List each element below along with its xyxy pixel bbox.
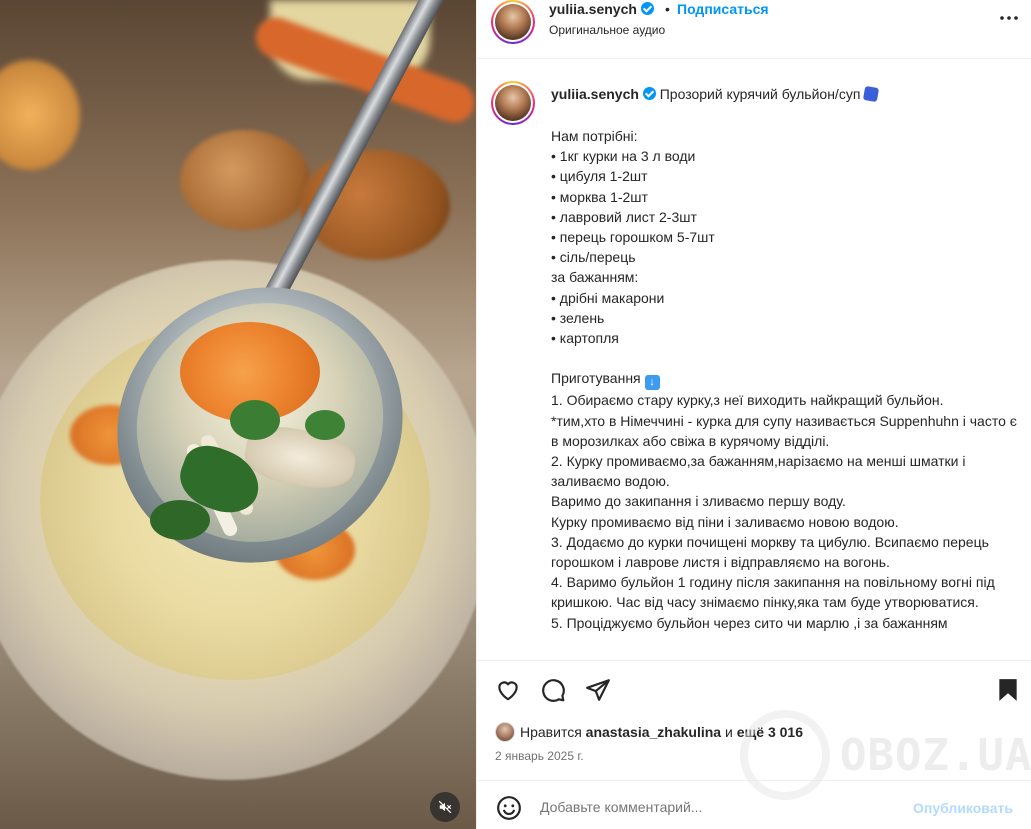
caption-line: Приготування ↓ [551, 368, 1021, 391]
caption-line: за бажанням: [551, 269, 639, 286]
likes-count[interactable]: ещё 3 016 [737, 724, 803, 740]
bookmark-icon[interactable] [995, 677, 1021, 703]
media-herb [230, 400, 280, 440]
caption-line: Нам потрібні: [551, 128, 638, 144]
media-onion [180, 130, 310, 230]
liker-username-link[interactable]: anastasia_zhakulina [586, 724, 721, 740]
caption-line: • зелень [551, 309, 605, 326]
caption-line: 4. Варимо бульйон 1 годину після закипан… [551, 574, 995, 611]
caption-line: Варимо до закипання і зливаємо першу вод… [551, 493, 846, 510]
mute-button[interactable] [430, 792, 460, 822]
caption-line: • 1кг курки на 3 л води [551, 148, 696, 165]
author-username-link[interactable]: yuliia.senych [549, 1, 654, 17]
caption-line [551, 348, 1021, 368]
caption-line: • сіль/перець [551, 249, 636, 266]
post-date[interactable]: 2 январь 2025 г. [495, 749, 584, 763]
caption-username-link[interactable]: yuliia.senych [551, 86, 639, 102]
caption-line: • цибуля 1-2шт [551, 168, 648, 185]
verified-badge-icon [642, 87, 656, 100]
post-media[interactable] [0, 0, 476, 829]
caption-text: Нам потрібні: • 1кг курки на 3 л води • … [551, 126, 1021, 633]
caption-line: Курку промиваємо від піни і заливаємо но… [551, 513, 899, 530]
comment-input[interactable] [540, 799, 840, 815]
follow-button[interactable]: Подписаться [677, 1, 769, 17]
caption-line: • картопля [551, 330, 619, 347]
caption-line: 1. Обираємо стару курку,з неї виходить н… [551, 392, 944, 409]
arrow-down-emoji-icon: ↓ [644, 375, 660, 391]
liker-avatar [495, 722, 515, 742]
caption-header: yuliia.senych Прозорий курячий бульйон/с… [551, 85, 880, 103]
caption-line: 2. Курку промиваємо,за бажанням,нарізаєм… [551, 453, 966, 490]
post-actions: Нравится anastasia_zhakulina и ещё 3 016… [477, 660, 1031, 780]
heart-icon[interactable] [495, 677, 521, 703]
speaker-muted-icon [438, 800, 452, 814]
caption-author-avatar[interactable] [491, 81, 535, 125]
caption-line: 5. Проціджуємо бульйон через сито чи мар… [551, 614, 948, 631]
audio-link[interactable]: Оригинальное аудио [549, 23, 665, 37]
separator-dot: • [665, 1, 670, 17]
author-avatar[interactable] [491, 0, 535, 44]
caption-line: • дрібні макарони [551, 289, 665, 306]
post-comment-button[interactable]: Опубликовать [913, 800, 1013, 816]
post-panel: yuliia.senych • Подписаться Оригинальное… [476, 0, 1031, 829]
likes-summary[interactable]: Нравится anastasia_zhakulina и ещё 3 016 [495, 722, 803, 742]
verified-badge-icon [640, 2, 654, 15]
caption-scroll-area[interactable]: yuliia.senych Прозорий курячий бульйон/с… [477, 60, 1031, 660]
caption-line: • перець горошком 5-7шт [551, 229, 715, 246]
caption-line: *тим,хто в Німеччині - курка для супу на… [551, 412, 1017, 449]
pen-emoji-icon [863, 85, 880, 103]
share-icon[interactable] [585, 677, 611, 703]
media-herb [305, 410, 345, 440]
caption-title: Прозорий курячий бульйон/суп [659, 86, 861, 102]
media-herb [150, 500, 210, 540]
caption-line: 3. Додаємо до курки почищені моркву та ц… [551, 533, 989, 571]
smile-icon[interactable] [496, 795, 522, 821]
post-header: yuliia.senych • Подписаться Оригинальное… [477, 0, 1031, 59]
caption-line: • лавровий лист 2-3шт [551, 208, 697, 225]
comment-icon[interactable] [540, 677, 566, 703]
more-horizontal-icon[interactable] [997, 6, 1021, 30]
comment-bar: Опубликовать [477, 780, 1031, 829]
caption-line: • морква 1-2шт [551, 188, 648, 205]
